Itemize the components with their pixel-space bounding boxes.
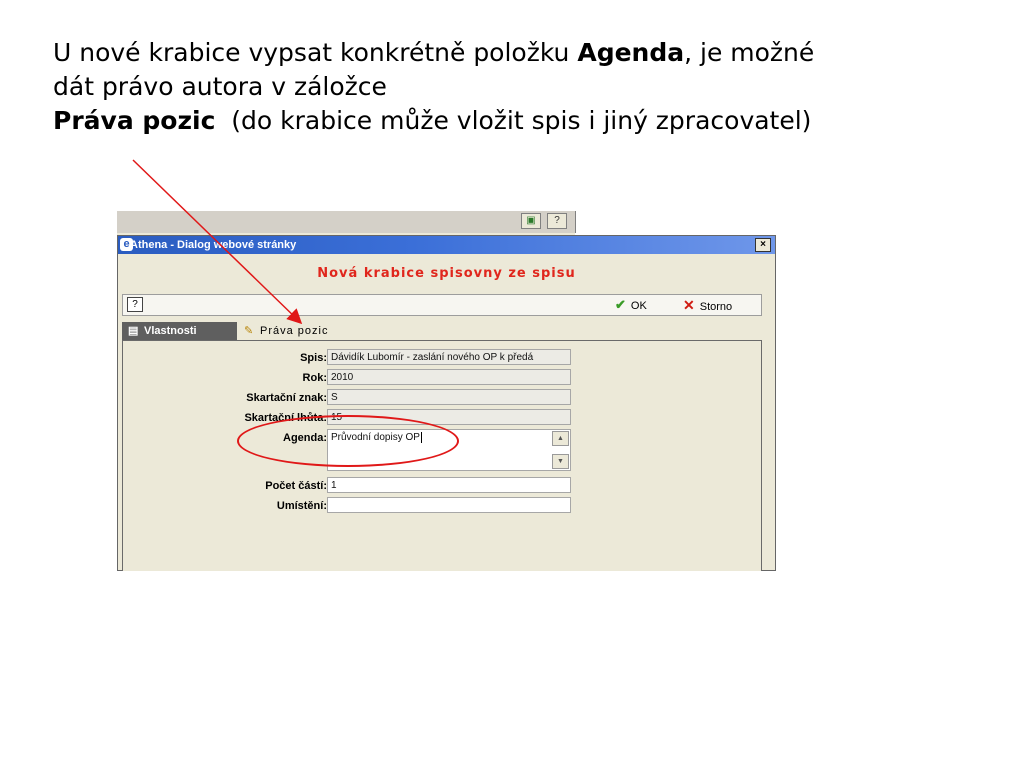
annotation-arrow xyxy=(132,159,303,325)
arrow-line xyxy=(132,159,303,325)
